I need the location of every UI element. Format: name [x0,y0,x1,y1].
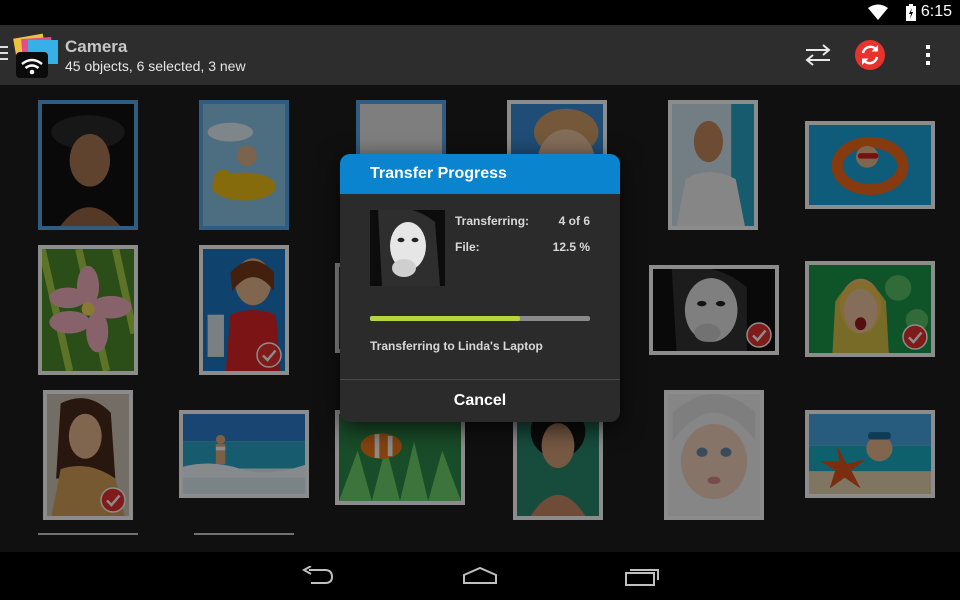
recent-apps-icon [625,569,659,586]
sync-button[interactable] [850,35,890,75]
cancel-button[interactable]: Cancel [340,380,620,422]
file-label: File: [455,240,480,254]
app-title: Camera [65,37,128,56]
photo-woman-bw [370,210,445,286]
app-logo-icon[interactable] [12,32,62,80]
action-bar: Camera 45 objects, 6 selected, 3 new [0,25,960,85]
navigation-bar [0,552,960,600]
file-progress-value: 12.5 % [552,240,590,254]
app-subtitle: 45 objects, 6 selected, 3 new [65,58,246,74]
transfer-progress-dialog: Transfer Progress Transferring: 4 of 6 F… [340,154,620,422]
transferring-label: Transferring: [455,214,530,228]
nav-drawer-icon[interactable] [0,45,8,61]
status-bar: 6:15 [0,0,960,25]
transfer-status: Transferring to Linda's Laptop [370,339,543,353]
back-button[interactable] [294,560,342,592]
back-icon [301,566,334,584]
dialog-title: Transfer Progress [340,154,620,194]
transfer-arrows-icon [805,44,831,66]
transferring-count: 4 of 6 [558,214,590,228]
overflow-menu-button[interactable] [908,35,948,75]
recent-apps-button[interactable] [618,560,666,592]
home-button[interactable] [456,560,504,592]
battery-icon [906,4,916,21]
wifi-icon [868,4,888,20]
sync-icon [855,40,885,70]
clock: 6:15 [920,3,952,20]
transfer-progress-bar [370,316,590,321]
overflow-menu-icon [926,45,930,65]
home-icon [463,566,497,584]
transfer-button[interactable] [798,35,838,75]
current-transfer-thumbnail [370,210,445,286]
transfer-progress-fill [370,316,520,321]
